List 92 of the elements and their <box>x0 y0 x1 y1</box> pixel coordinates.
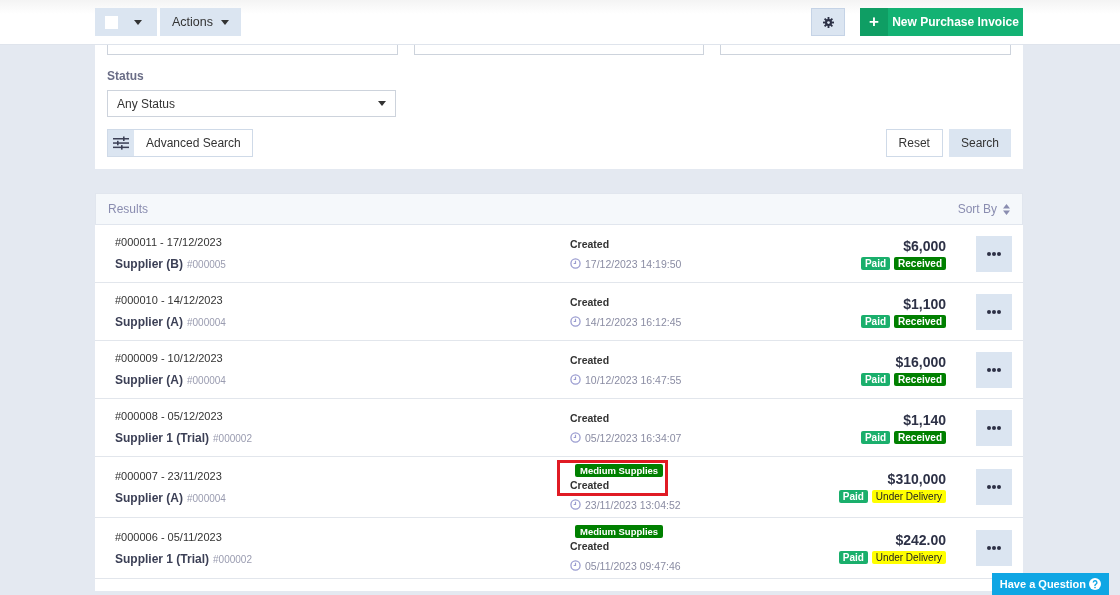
invoice-row[interactable]: #000009 - 10/12/2023 Supplier (A) #000004 Created 10/12/2023 16:47:55 $16,000 Paid Received <box>95 341 1023 399</box>
actions-button[interactable]: Actions <box>160 8 241 36</box>
more-icon <box>987 367 1001 372</box>
supplier-code: #000002 <box>213 553 252 565</box>
settings-icon <box>822 16 834 28</box>
status-tag: Under Delivery <box>871 490 946 503</box>
input-field[interactable] <box>413 44 705 55</box>
invoice-number: #000010 - 14/12/2023 <box>115 294 224 306</box>
amount: $242.00 <box>895 532 946 548</box>
clock-icon <box>570 258 581 269</box>
supplier-code: #000005 <box>187 259 226 270</box>
advanced-search-button[interactable]: Advanced Search <box>107 129 253 157</box>
amount: $310,000 <box>887 471 946 487</box>
status-tag: Paid <box>838 490 868 503</box>
status-text: Created <box>570 237 611 250</box>
status-tag: Paid <box>838 551 868 564</box>
invoice-row[interactable]: #000011 - 17/12/2023 Supplier (B) #000005 Created 17/12/2023 14:19:50 $6,000 Paid Received <box>95 225 1023 283</box>
supplier-name: Supplier (A) <box>115 373 183 387</box>
clock-icon <box>570 560 581 571</box>
sort-icon <box>1003 203 1010 215</box>
timestamp: 10/12/2023 16:47:55 <box>585 373 682 386</box>
more-button[interactable] <box>976 469 1012 505</box>
clock-icon <box>570 499 581 510</box>
clock-icon <box>570 316 581 327</box>
status-tag: Paid <box>860 256 891 270</box>
amount: $6,000 <box>903 237 946 254</box>
invoice-number: #000007 - 23/11/2023 <box>115 469 223 482</box>
input-field[interactable] <box>720 44 1011 55</box>
more-button[interactable] <box>976 530 1012 566</box>
supplier-name: Supplier 1 (Trial) <box>115 551 210 566</box>
invoice-number: #000011 - 17/12/2023 <box>115 236 223 248</box>
clock-icon <box>570 374 581 385</box>
supplier-name: Supplier (A) <box>115 490 183 505</box>
more-button[interactable] <box>976 293 1012 330</box>
more-icon <box>987 546 1001 550</box>
supplier-code: #000004 <box>187 492 226 504</box>
invoice-row[interactable]: #000008 - 05/12/2023 Supplier 1 (Trial) #000002 Created 05/12/2023 16:34:07 $1,140 Paid Received <box>95 399 1023 457</box>
status-text: Created <box>570 295 611 308</box>
supplier-code: #000004 <box>187 375 226 386</box>
status-text: Created <box>570 353 611 366</box>
sliders-icon <box>113 136 129 150</box>
caret-icon <box>378 101 386 106</box>
timestamp: 05/12/2023 16:34:07 <box>585 431 682 444</box>
settings-button[interactable] <box>811 8 845 36</box>
status-tag: Received <box>894 430 946 444</box>
more-icon <box>987 485 1001 489</box>
supplier-code: #000002 <box>213 433 252 444</box>
category-tag: Medium Supplies <box>575 463 664 477</box>
invoice-row[interactable]: #000010 - 14/12/2023 Supplier (A) #000004 Created 14/12/2023 16:12:45 $1,100 Paid Received <box>95 283 1023 341</box>
search-button[interactable]: Search <box>948 129 1011 157</box>
category-tag: Medium Supplies <box>575 524 664 538</box>
status-select[interactable]: Any Status <box>107 90 396 117</box>
status-tag: Paid <box>860 314 891 328</box>
more-icon <box>987 251 1001 256</box>
results-title: Results <box>108 202 148 216</box>
caret-icon <box>134 19 142 25</box>
status-text: Created <box>570 411 611 424</box>
input-field[interactable] <box>107 44 398 55</box>
supplier-name: Supplier (B) <box>115 257 183 271</box>
more-button[interactable] <box>976 409 1012 446</box>
invoice-row[interactable]: #000007 - 23/11/2023 Supplier (A) #000004 Medium Supplies Created 23/11/2023 13:04:52 $310,000 Paid Under Delivery <box>95 457 1023 518</box>
more-button[interactable] <box>976 351 1012 388</box>
invoice-number: #000008 - 05/12/2023 <box>115 410 224 422</box>
status-tag: Received <box>894 256 946 270</box>
status-text: Created <box>570 539 611 552</box>
more-button[interactable] <box>976 235 1012 272</box>
invoice-number: #000006 - 05/11/2023 <box>115 530 223 543</box>
supplier-code: #000004 <box>187 317 226 328</box>
supplier-name: Supplier (A) <box>115 315 183 329</box>
amount: $1,100 <box>903 295 946 312</box>
status-tag: Paid <box>860 372 891 386</box>
caret-icon <box>221 19 229 25</box>
status-tag: Paid <box>860 430 891 444</box>
status-tag: Received <box>894 372 946 386</box>
clock-icon <box>570 432 581 443</box>
more-icon <box>987 309 1001 314</box>
checkbox[interactable] <box>105 15 118 29</box>
timestamp: 17/12/2023 14:19:50 <box>585 257 682 270</box>
timestamp: 05/11/2023 09:47:46 <box>585 559 681 572</box>
timestamp: 14/12/2023 16:12:45 <box>585 315 682 328</box>
field-label: Status <box>107 69 145 83</box>
timestamp: 23/11/2023 13:04:52 <box>585 498 681 511</box>
help-icon <box>1089 578 1101 590</box>
supplier-name: Supplier 1 (Trial) <box>115 431 210 445</box>
status-text: Created <box>570 478 611 491</box>
status-tag: Under Delivery <box>871 551 946 564</box>
amount: $1,140 <box>903 411 946 428</box>
reset-button[interactable]: Reset <box>885 129 943 157</box>
amount: $16,000 <box>895 353 946 370</box>
status-tag: Received <box>894 314 946 328</box>
invoice-number: #000009 - 10/12/2023 <box>115 352 224 364</box>
more-icon <box>987 425 1001 430</box>
